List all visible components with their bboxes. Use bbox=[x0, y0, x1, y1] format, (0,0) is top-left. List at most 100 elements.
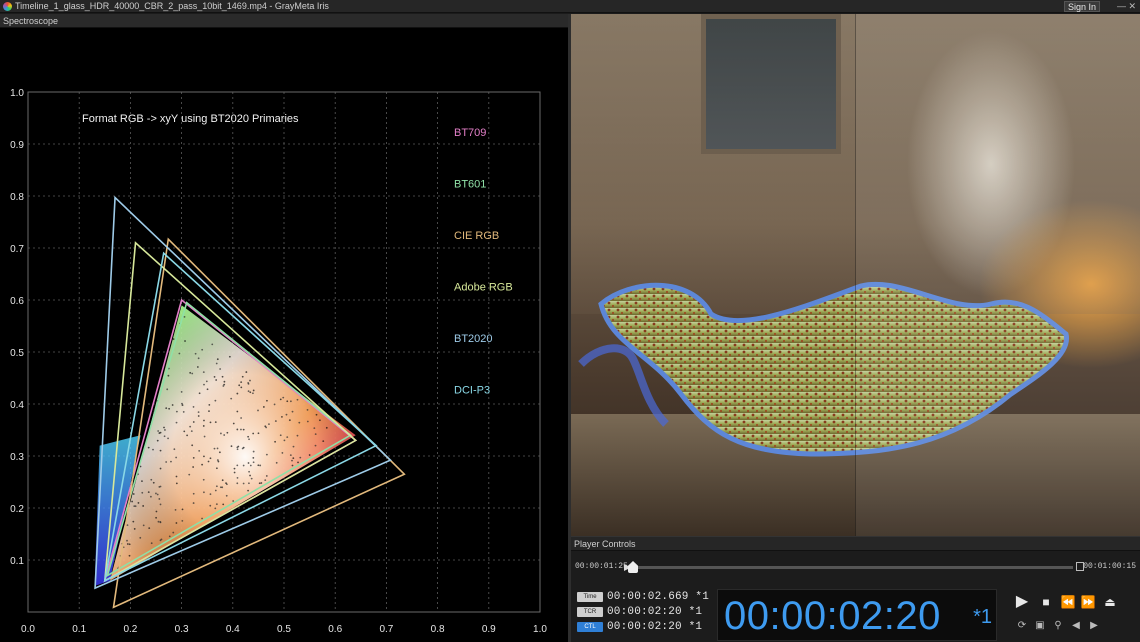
scope-sample-dot bbox=[258, 482, 261, 485]
legend-item-dci-p3[interactable]: DCI-P3 bbox=[454, 385, 490, 397]
scope-sample-dot bbox=[298, 421, 301, 424]
scope-sample-dot bbox=[156, 439, 159, 442]
x-tick-label: 0.4 bbox=[226, 624, 240, 635]
timecode-row-tcr[interactable]: TCR 00:00:02:20 *1 bbox=[577, 604, 717, 619]
stop-icon[interactable]: ■ bbox=[1036, 593, 1056, 611]
scope-sample-dot bbox=[215, 503, 218, 506]
scope-sample-dot bbox=[182, 411, 185, 413]
x-tick-label: 0.1 bbox=[72, 624, 86, 635]
step-back-icon[interactable]: ◀ bbox=[1066, 617, 1086, 635]
close-icon[interactable]: ✕ bbox=[1128, 1, 1136, 11]
scope-sample-dot bbox=[203, 383, 205, 386]
scope-sample-dot bbox=[223, 434, 226, 436]
scope-sample-dot bbox=[190, 430, 193, 433]
scope-sample-dot bbox=[241, 375, 244, 378]
scope-sample-dot bbox=[264, 479, 267, 482]
scope-sample-dot bbox=[314, 433, 317, 436]
scope-sample-dot bbox=[158, 498, 161, 500]
eject-icon[interactable]: ⏏ bbox=[1100, 593, 1120, 611]
timecode-row-time[interactable]: Time 00:00:02.669 *1 bbox=[577, 589, 717, 604]
legend-item-bt2020[interactable]: BT2020 bbox=[454, 333, 493, 345]
window-controls[interactable]: — ✕ bbox=[1106, 0, 1136, 13]
scope-sample-dot bbox=[291, 459, 293, 462]
scope-sample-dot bbox=[207, 460, 210, 463]
rewind-icon[interactable]: ⏪ bbox=[1058, 593, 1078, 611]
player-controls-panel: Player Controls 00:00:01:25 00:01:00:15 … bbox=[571, 536, 1140, 642]
legend-item-bt601[interactable]: BT601 bbox=[454, 179, 486, 191]
end-timecode: 00:01:00:15 bbox=[1083, 562, 1136, 571]
scope-sample-dot bbox=[203, 419, 205, 422]
video-viewer[interactable] bbox=[571, 14, 1140, 536]
scope-sample-dot bbox=[192, 502, 195, 504]
scope-sample-dot bbox=[141, 491, 144, 494]
scope-sample-dot bbox=[283, 439, 286, 442]
scope-sample-dot bbox=[192, 406, 195, 408]
scope-sample-dot bbox=[289, 454, 292, 457]
zoom-icon[interactable]: ⚲ bbox=[1048, 617, 1068, 635]
scope-sample-dot bbox=[141, 480, 143, 483]
play-icon[interactable]: ▶ bbox=[1012, 593, 1032, 611]
scope-sample-dot bbox=[319, 419, 321, 422]
scope-sample-dot bbox=[259, 464, 262, 467]
sign-in-button[interactable]: Sign In bbox=[1063, 1, 1100, 12]
playhead-handle[interactable] bbox=[628, 561, 638, 573]
timecode-tag[interactable]: CTL bbox=[577, 621, 603, 632]
step-forward-icon[interactable]: ▶ bbox=[1084, 617, 1104, 635]
timecode-tag[interactable]: TCR bbox=[577, 606, 603, 617]
loop-icon[interactable]: ⟳ bbox=[1012, 617, 1032, 635]
scope-sample-dot bbox=[233, 471, 236, 474]
scope-sample-dot bbox=[279, 434, 282, 437]
mute-icon[interactable]: ▣ bbox=[1030, 617, 1050, 635]
scope-sample-dot bbox=[126, 543, 129, 545]
scope-sample-dot bbox=[192, 456, 195, 459]
scope-sample-dot bbox=[133, 528, 136, 530]
scope-sample-dot bbox=[240, 428, 242, 431]
scope-sample-dot bbox=[225, 482, 227, 485]
scope-sample-dot bbox=[201, 463, 204, 466]
scope-sample-dot bbox=[181, 508, 184, 511]
legend-item-adobe-rgb[interactable]: Adobe RGB bbox=[454, 282, 513, 294]
timecode-tag[interactable]: Time bbox=[577, 591, 603, 602]
scope-sample-dot bbox=[236, 410, 239, 413]
split-view-compare-overlay[interactable] bbox=[855, 14, 1140, 536]
scope-sample-dot bbox=[132, 520, 135, 523]
scope-sample-dot bbox=[315, 413, 318, 416]
scope-sample-dot bbox=[274, 440, 276, 443]
scope-sample-dot bbox=[142, 524, 145, 527]
scope-sample-dot bbox=[184, 340, 186, 342]
scope-sample-dot bbox=[134, 505, 137, 508]
scope-sample-dot bbox=[306, 408, 309, 411]
scope-sample-dot bbox=[166, 388, 169, 391]
fast-forward-icon[interactable]: ⏩ bbox=[1078, 593, 1098, 611]
scope-sample-dot bbox=[214, 489, 217, 492]
scope-sample-dot bbox=[215, 485, 218, 488]
scope-sample-dot bbox=[219, 368, 222, 370]
scope-sample-dot bbox=[208, 403, 211, 406]
scope-sample-dot bbox=[252, 456, 255, 459]
scope-sample-dot bbox=[249, 464, 252, 467]
x-tick-label: 0.5 bbox=[277, 624, 291, 635]
timeline-scrubber[interactable]: 00:00:01:25 00:01:00:15 bbox=[571, 555, 1140, 577]
scope-sample-dot bbox=[257, 409, 259, 412]
y-tick-label: 0.1 bbox=[10, 556, 24, 567]
scope-sample-dot bbox=[132, 493, 135, 495]
timeline-track[interactable] bbox=[628, 561, 1073, 573]
legend-item-cie-rgb[interactable]: CIE RGB bbox=[454, 230, 499, 242]
scope-sample-dot bbox=[173, 448, 176, 451]
spectroscope-panel-title: Spectroscope bbox=[0, 14, 568, 28]
y-tick-label: 0.2 bbox=[10, 504, 24, 515]
scope-sample-dot bbox=[183, 315, 186, 318]
chart-title: Format RGB -> xyY using BT2020 Primaries bbox=[82, 113, 299, 125]
scope-sample-dot bbox=[236, 482, 239, 485]
legend-item-bt709[interactable]: BT709 bbox=[454, 127, 486, 139]
scope-sample-dot bbox=[240, 381, 243, 384]
timecode-row-ctl[interactable]: CTL 00:00:02:20 *1 bbox=[577, 619, 717, 634]
x-tick-label: 0.2 bbox=[123, 624, 137, 635]
x-tick-label: 0.3 bbox=[175, 624, 189, 635]
minimize-icon[interactable]: — bbox=[1117, 1, 1126, 11]
scope-sample-dot bbox=[216, 459, 219, 461]
scope-sample-dot bbox=[126, 524, 129, 526]
scope-sample-dot bbox=[209, 421, 212, 424]
scope-sample-dot bbox=[281, 452, 284, 454]
scope-sample-dot bbox=[170, 460, 172, 463]
